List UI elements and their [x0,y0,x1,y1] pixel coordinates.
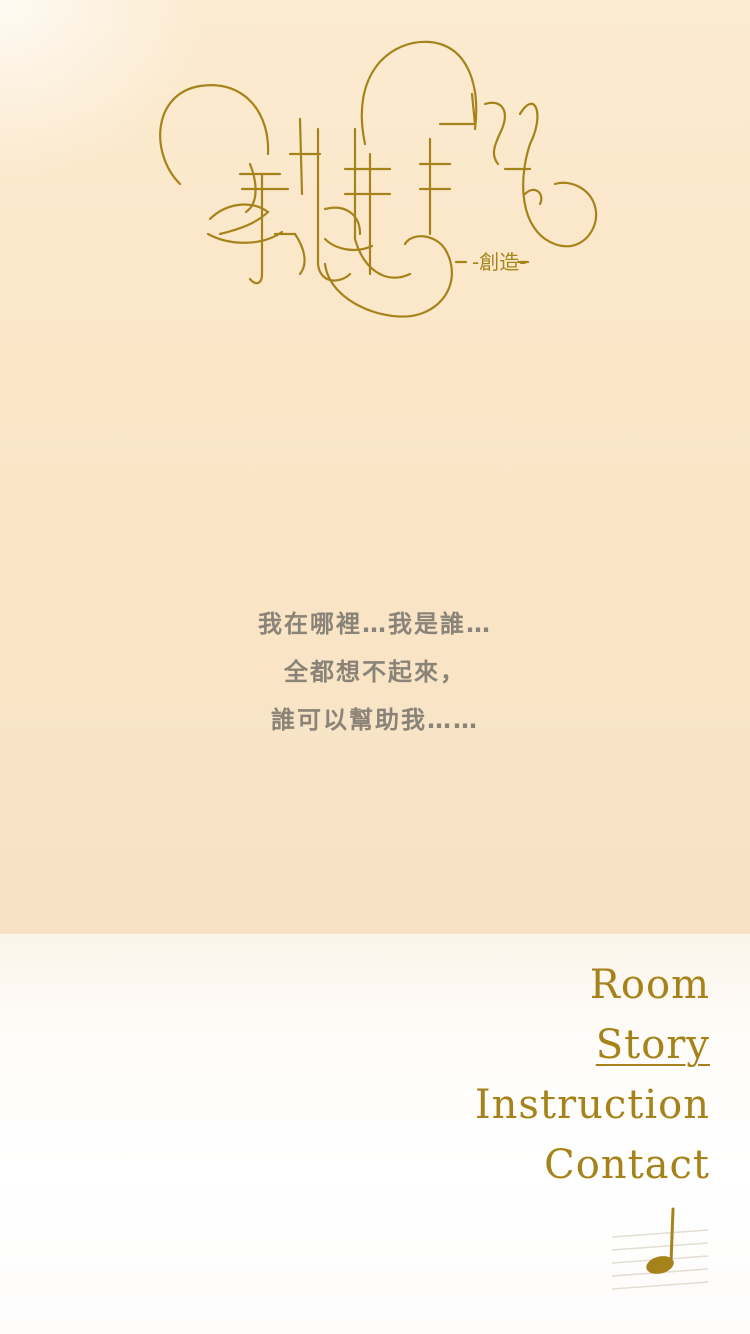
story-line-1: 我在哪裡…我是誰… [258,610,492,638]
menu-item-contact[interactable]: Contact [475,1135,710,1195]
logo-subtitle: -創造- [472,250,526,274]
story-line-3: 誰可以幫助我…… [271,706,479,734]
music-note-icon [611,1207,709,1290]
menu-item-instruction[interactable]: Instruction [475,1075,710,1135]
music-toggle-button[interactable] [608,1205,712,1297]
story-panel: -創造- 我在哪裡…我是誰… 全都想不起來， 誰可以幫助我…… [0,0,750,934]
main-menu: Room Story Instruction Contact [475,955,710,1195]
story-text: 我在哪裡…我是誰… 全都想不起來， 誰可以幫助我…… [0,600,750,744]
story-line-2: 全都想不起來， [284,658,466,686]
menu-item-room[interactable]: Room [475,955,710,1015]
menu-item-story[interactable]: Story [475,1015,710,1075]
title-logo: -創造- [150,34,610,324]
